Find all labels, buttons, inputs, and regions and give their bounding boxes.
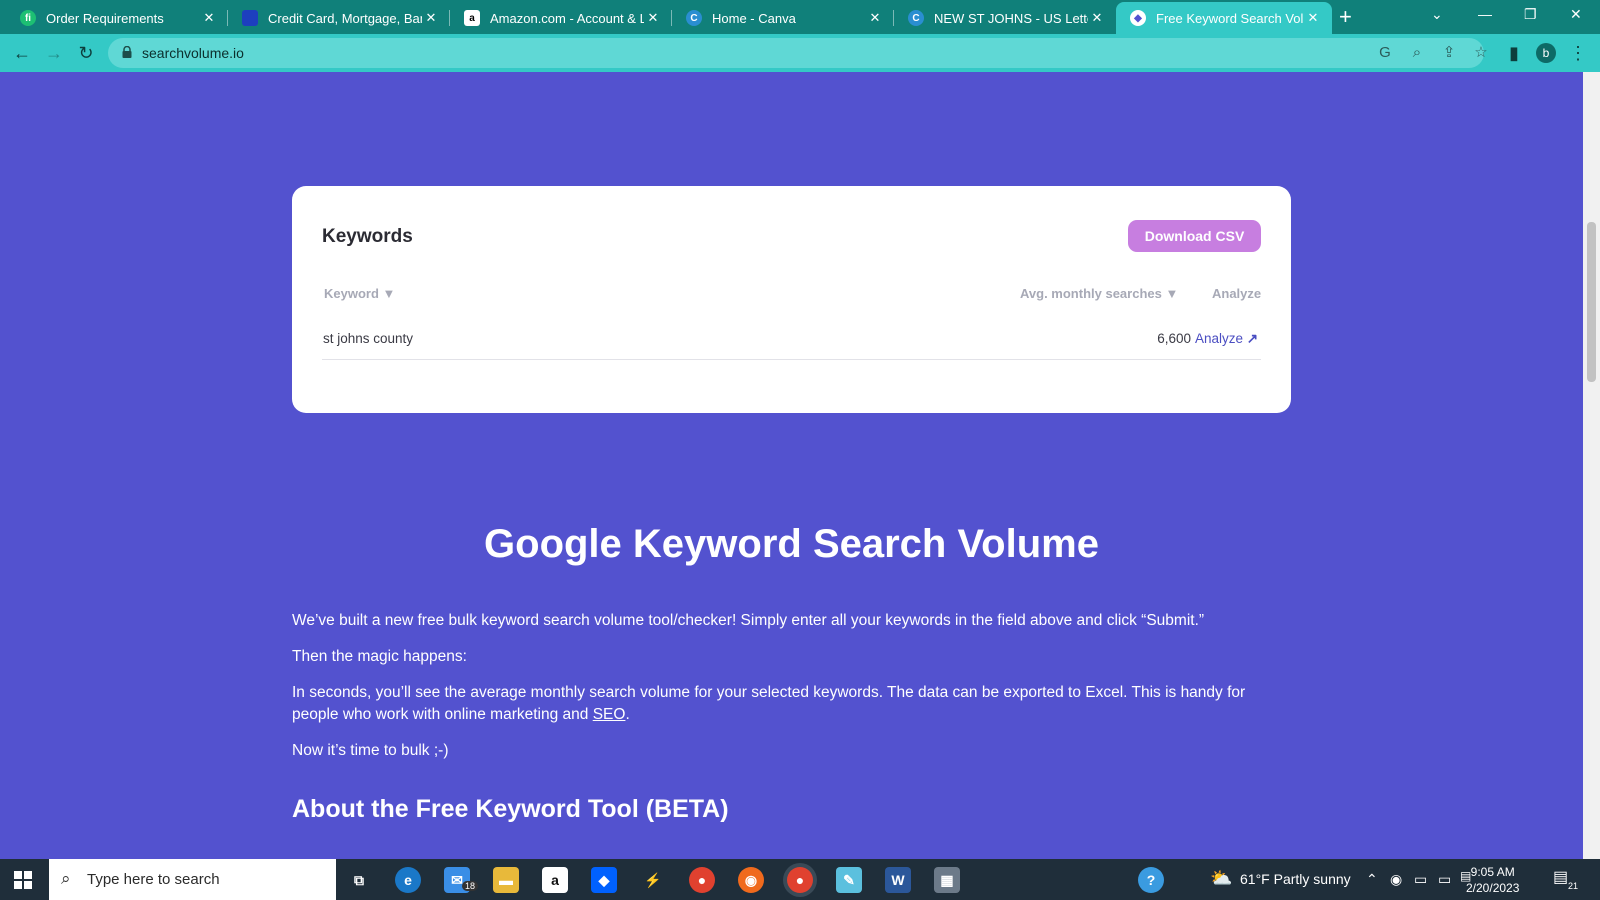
keyword-column-header[interactable]: Keyword ▼ <box>324 286 395 301</box>
edge-icon[interactable]: e <box>395 867 421 893</box>
volume-column-header[interactable]: Avg. monthly searches ▼ <box>1020 286 1178 301</box>
word-icon[interactable]: W <box>885 867 911 893</box>
mail-badge: 18 <box>462 881 479 891</box>
app-bolt-icon[interactable]: ⚡ <box>640 867 666 893</box>
share-icon[interactable]: ⇪ <box>1440 44 1458 62</box>
taskbar-clock[interactable]: 9:05 AM 2/20/2023 <box>1466 864 1519 896</box>
search-icon: ⌕ <box>61 869 71 888</box>
zoom-icon[interactable]: ⌕ <box>1408 44 1426 62</box>
menu-icon[interactable]: ⋮ <box>1568 43 1588 63</box>
tab-credit-card[interactable]: Credit Card, Mortgage, Bankin ✕ <box>228 2 450 34</box>
period-text: . <box>625 706 630 723</box>
bookmark-star-icon[interactable]: ☆ <box>1472 44 1490 62</box>
canva-icon: C <box>908 10 924 26</box>
close-window-button[interactable]: ✕ <box>1570 6 1582 23</box>
bulk-paragraph: Now it’s time to bulk ;-) <box>292 742 449 759</box>
side-panel-icon[interactable]: ▮ <box>1504 43 1524 63</box>
intro-paragraph: We’ve built a new free bulk keyword sear… <box>292 612 1205 629</box>
scrollbar-thumb[interactable] <box>1587 222 1596 382</box>
tab-amazon[interactable]: a Amazon.com - Account & Lo ✕ <box>450 2 672 34</box>
back-button[interactable]: ← <box>12 43 32 63</box>
calculator-icon[interactable]: ▦ <box>934 867 960 893</box>
dropbox-icon[interactable]: ◆ <box>591 867 617 893</box>
notification-count: 21 <box>1568 881 1579 891</box>
file-explorer-icon[interactable]: ▬ <box>493 867 519 893</box>
close-tab-icon[interactable]: ✕ <box>200 10 218 26</box>
close-tab-icon[interactable]: ✕ <box>1304 10 1322 26</box>
seconds-paragraph: In seconds, you’ll see the average month… <box>292 682 1282 726</box>
tab-canva-home[interactable]: C Home - Canva ✕ <box>672 2 894 34</box>
profile-avatar[interactable]: b <box>1536 43 1556 63</box>
row-analyze-label: Analyze <box>1195 331 1244 346</box>
taskbar-search-box[interactable]: ⌕ Type here to search <box>49 859 336 900</box>
download-csv-button[interactable]: Download CSV <box>1128 220 1261 252</box>
magic-paragraph: Then the magic happens: <box>292 648 467 665</box>
keywords-card: Keywords Download CSV Keyword ▼ Avg. mon… <box>292 186 1291 413</box>
about-heading: About the Free Keyword Tool (BETA) <box>292 795 729 823</box>
page-scrollbar[interactable] <box>1583 72 1600 859</box>
forward-button[interactable]: → <box>44 43 64 63</box>
amazon-icon[interactable]: a <box>542 867 568 893</box>
canva-icon: C <box>686 10 702 26</box>
browser-toolbar: ← → ↻ searchvolume.io G ⌕ ⇪ ☆ ▮ b ⋮ <box>0 34 1600 72</box>
tab-searchvolume[interactable]: ◆ Free Keyword Search Volume ✕ <box>1116 2 1332 34</box>
record-icon[interactable]: ◉ <box>1390 871 1402 888</box>
chrome-profile-icon[interactable]: ● <box>787 867 813 893</box>
fiverr-icon: fi <box>20 10 36 26</box>
card-title: Keywords <box>322 226 413 247</box>
bank-icon <box>242 10 258 26</box>
weather-sun-icon: ⛅ <box>1210 868 1233 888</box>
close-tab-icon[interactable]: ✕ <box>644 10 662 26</box>
sort-down-icon: ▼ <box>382 286 396 301</box>
notification-center-icon[interactable]: ▤ <box>1553 867 1568 887</box>
task-view-icon[interactable]: ⧉ <box>346 867 372 893</box>
notepad-icon[interactable]: ✎ <box>836 867 862 893</box>
tab-order-requirements[interactable]: fi Order Requirements ✕ <box>6 2 228 34</box>
reload-button[interactable]: ↻ <box>76 43 96 63</box>
taskbar-search-placeholder: Type here to search <box>87 871 220 888</box>
windows-taskbar: ⌕ Type here to search ⧉ e ✉ 18 ▬ a ◆ ⚡ ●… <box>0 859 1600 900</box>
row-analyze-link[interactable]: Analyze ↗ <box>1195 331 1258 347</box>
help-icon[interactable]: ? <box>1138 867 1164 893</box>
battery-icon[interactable]: ▭ <box>1438 871 1451 888</box>
google-lens-icon[interactable]: G <box>1376 44 1394 62</box>
page-heading: Google Keyword Search Volume <box>484 522 1099 566</box>
close-tab-icon[interactable]: ✕ <box>422 10 440 26</box>
row-keyword: st johns county <box>323 331 414 346</box>
external-arrow-icon: ↗ <box>1246 331 1259 346</box>
meet-now-icon[interactable]: ▭ <box>1414 871 1427 888</box>
url-text[interactable]: searchvolume.io <box>142 45 244 61</box>
address-bar[interactable]: searchvolume.io G ⌕ ⇪ ☆ <box>108 38 1488 68</box>
tab-canva-st-johns[interactable]: C NEW ST JOHNS - US Letter ✕ <box>894 2 1116 34</box>
lock-icon <box>122 46 132 58</box>
searchvolume-icon: ◆ <box>1130 10 1146 26</box>
volume-header-label: Avg. monthly searches <box>1020 286 1162 301</box>
row-volume: 6,600 <box>1157 331 1191 346</box>
chrome-icon[interactable]: ● <box>689 867 715 893</box>
minimize-button[interactable]: — <box>1478 6 1492 22</box>
close-tab-icon[interactable]: ✕ <box>1088 10 1106 26</box>
keyword-header-label: Keyword <box>324 286 379 301</box>
tab-search-icon[interactable]: ⌄ <box>1431 6 1443 23</box>
clock-time: 9:05 AM <box>1470 865 1515 879</box>
row-divider <box>322 359 1261 360</box>
show-hidden-icons[interactable]: ⌃ <box>1366 871 1378 888</box>
seo-link[interactable]: SEO <box>593 706 626 723</box>
sort-down-icon: ▼ <box>1165 286 1179 301</box>
tab-bar: fi Order Requirements ✕ Credit Card, Mor… <box>0 0 1600 34</box>
clock-date: 2/20/2023 <box>1466 881 1520 895</box>
weather-text[interactable]: 61°F Partly sunny <box>1240 871 1351 887</box>
new-tab-button[interactable]: + <box>1339 6 1352 28</box>
seconds-text: In seconds, you’ll see the average month… <box>292 684 1246 723</box>
restore-button[interactable]: ❐ <box>1524 6 1537 23</box>
page-content: Keywords Download CSV Keyword ▼ Avg. mon… <box>0 72 1583 859</box>
analyze-column-header: Analyze <box>1212 286 1262 301</box>
amazon-icon: a <box>464 10 480 26</box>
firefox-icon[interactable]: ◉ <box>738 867 764 893</box>
close-tab-icon[interactable]: ✕ <box>866 10 884 26</box>
windows-start-icon[interactable] <box>14 871 32 889</box>
